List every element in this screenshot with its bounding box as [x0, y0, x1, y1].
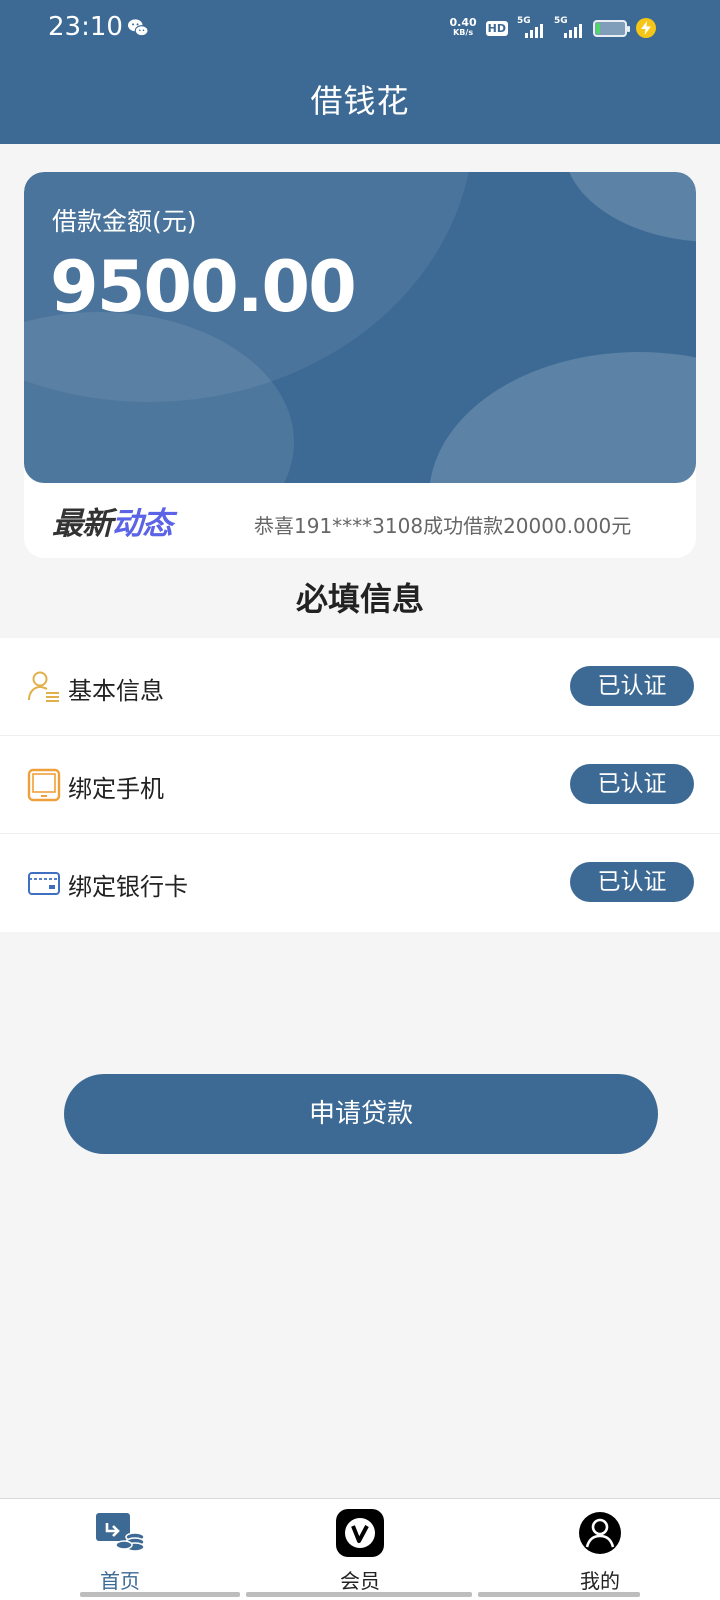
profile-icon — [579, 1512, 621, 1554]
info-row-bind-bank-card[interactable]: 绑定银行卡 已认证 — [0, 834, 720, 932]
loan-app-screen: 23:10 0.40 KB/s HD 5G 5G 借钱花 借款金额(元) 950… — [0, 0, 720, 1600]
tab-profile[interactable]: 我的 — [520, 1499, 680, 1600]
status-time: 23:10 — [48, 12, 123, 42]
page-title: 借钱花 — [310, 82, 410, 120]
network-speed: 0.40 KB/s — [449, 16, 477, 38]
network-speed-value: 0.40 — [449, 16, 477, 29]
info-label: 绑定手机 — [68, 775, 164, 803]
signal-icon: 5G — [517, 16, 545, 38]
gesture-bar — [246, 1592, 472, 1597]
wechat-icon — [128, 19, 149, 37]
gesture-bar — [478, 1592, 640, 1597]
home-loan-icon — [96, 1513, 145, 1552]
loan-card: 借款金额(元) 9500.00 最新动态 恭喜191****3108成功借款20… — [24, 172, 696, 558]
loan-amount-label: 借款金额(元) — [52, 207, 197, 236]
user-info-icon — [28, 671, 59, 702]
battery-icon — [593, 19, 630, 37]
latest-news-ticker: 恭喜191****3108成功借款20000.000元 — [254, 514, 632, 538]
vip-icon — [336, 1509, 384, 1557]
info-label: 基本信息 — [68, 677, 164, 705]
loan-amount-value: 9500.00 — [50, 246, 357, 328]
latest-news-logo: 最新动态 — [52, 498, 173, 543]
hd-icon: HD — [485, 20, 508, 36]
tab-vip[interactable]: 会员 — [280, 1499, 440, 1600]
sim2-network-type: 5G — [554, 16, 568, 26]
sim1-network-type: 5G — [517, 16, 531, 26]
tab-vip-label: 会员 — [340, 1569, 380, 1593]
verified-status-button[interactable]: 已认证 — [570, 862, 694, 902]
apply-loan-button[interactable]: 申请贷款 — [64, 1074, 658, 1154]
bank-card-icon — [28, 872, 60, 895]
charging-icon — [636, 18, 656, 38]
app-header: 23:10 0.40 KB/s HD 5G 5G 借钱花 — [0, 0, 720, 144]
tablet-icon — [27, 768, 61, 802]
tab-profile-label: 我的 — [580, 1569, 620, 1593]
tab-home-label: 首页 — [100, 1569, 140, 1593]
required-info-list: 基本信息 已认证 绑定手机 已认证 绑定银行卡 已认证 — [0, 638, 720, 932]
verified-status-button[interactable]: 已认证 — [570, 764, 694, 804]
status-indicators: 0.40 KB/s HD 5G 5G — [450, 14, 656, 42]
latest-news-logo-part2: 动态 — [112, 506, 173, 542]
info-label: 绑定银行卡 — [68, 873, 188, 901]
gesture-bar — [80, 1592, 240, 1597]
info-row-basic-info[interactable]: 基本信息 已认证 — [0, 638, 720, 736]
required-info-title: 必填信息 — [295, 580, 424, 618]
verified-status-button[interactable]: 已认证 — [570, 666, 694, 706]
latest-news-logo-part1: 最新 — [52, 506, 113, 542]
info-row-bind-phone[interactable]: 绑定手机 已认证 — [0, 736, 720, 834]
bottom-tab-bar: 首页 会员 我的 — [0, 1498, 720, 1600]
loan-amount-panel: 借款金额(元) 9500.00 — [24, 172, 696, 483]
signal-icon: 5G — [554, 16, 584, 38]
tab-home[interactable]: 首页 — [40, 1499, 200, 1600]
network-speed-unit: KB/s — [453, 28, 474, 37]
